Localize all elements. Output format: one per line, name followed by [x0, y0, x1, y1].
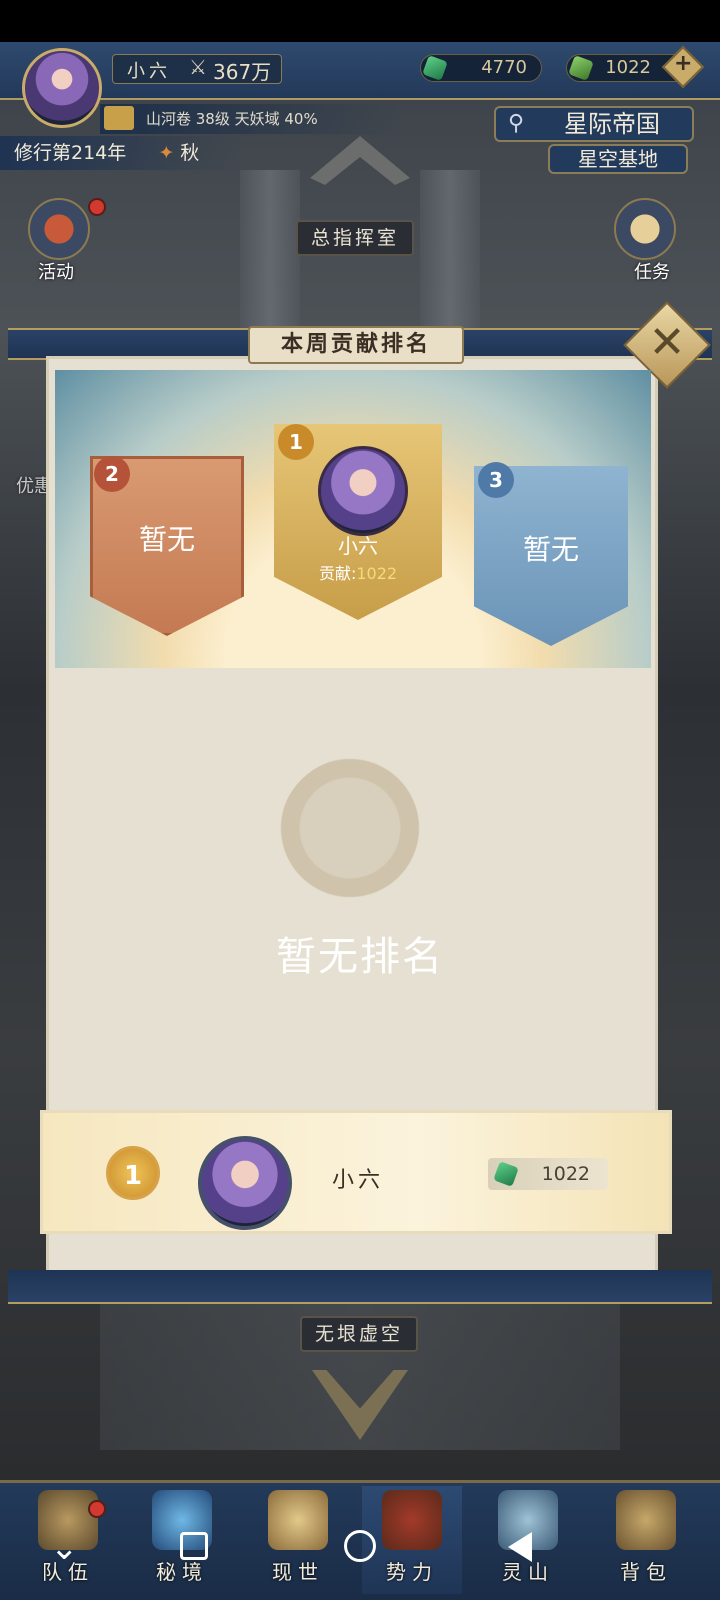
- notification-dot: [88, 198, 106, 216]
- planet-icon: ⚲: [508, 111, 525, 136]
- maple-leaf-icon: ✦: [158, 142, 175, 164]
- nav-label: 秘境: [156, 1560, 208, 1584]
- my-avatar[interactable]: [198, 1136, 292, 1230]
- floor-sign-upper[interactable]: 总指挥室: [296, 220, 414, 256]
- task-label: 任务: [634, 262, 670, 283]
- rank-1-badge: 1: [278, 424, 314, 460]
- season-text: 秋: [180, 142, 200, 164]
- rank-2-text: 暂无: [138, 523, 195, 556]
- contribution-value: 1022: [356, 564, 398, 583]
- scroll-map-icon: [268, 1490, 328, 1550]
- status-bar: [0, 0, 720, 42]
- empty-ranking-emblem-icon: [278, 756, 438, 916]
- rank-3-text: 暂无: [522, 533, 579, 566]
- notification-dot: [88, 1500, 106, 1518]
- nav-label: 势力: [386, 1560, 438, 1584]
- rank-1-contribution: 贡献:1022: [274, 560, 442, 584]
- rank-3-badge: 3: [478, 462, 514, 498]
- dialog-frame-bottom: [8, 1270, 712, 1304]
- progress-info[interactable]: 山河卷 38级 天妖域 40%: [100, 104, 400, 134]
- empty-ranking-text: 暂无排名: [276, 934, 444, 980]
- rank-1-avatar[interactable]: [318, 446, 408, 536]
- player-name-box: 小六 ⚔ 367万: [112, 54, 282, 84]
- recents-button[interactable]: [180, 1532, 208, 1560]
- year-bar: 修行第214年 ✦ 秋: [0, 136, 240, 170]
- power-icon: ⚔: [189, 55, 207, 79]
- nav-faction[interactable]: 势力: [362, 1486, 462, 1594]
- my-name: 小六: [332, 1168, 385, 1193]
- dialog-title: 本周贡献排名: [248, 326, 464, 364]
- nav-bag[interactable]: 背包: [596, 1486, 696, 1594]
- scroll-icon: [104, 106, 134, 130]
- nav-label: 背包: [620, 1560, 672, 1584]
- floor-sign-lower[interactable]: 无垠虚空: [300, 1316, 418, 1352]
- jade-token-icon: [568, 55, 594, 81]
- currency-1-box[interactable]: 4770: [420, 54, 542, 82]
- player-name: 小六: [127, 61, 171, 82]
- year-text: 修行第214年: [14, 142, 127, 164]
- my-rank-badge: 1: [106, 1146, 160, 1200]
- activity-label: 活动: [38, 262, 74, 283]
- bag-icon: [616, 1490, 676, 1550]
- currency-1-value: 4770: [481, 57, 527, 78]
- rank-1-name: 小六: [338, 534, 378, 558]
- rank-2-badge: 2: [94, 456, 130, 492]
- plus-icon: +: [674, 51, 693, 76]
- palace-icon: [382, 1490, 442, 1550]
- chevron-down-icon[interactable]: ⌄: [50, 1528, 79, 1568]
- jade-icon: [422, 55, 448, 81]
- tower-pillar: [240, 170, 300, 340]
- nav-world[interactable]: 现世: [248, 1486, 348, 1594]
- location-sub[interactable]: 星空基地: [548, 144, 688, 174]
- contribution-label: 贡献:: [318, 564, 357, 583]
- back-button[interactable]: [508, 1532, 532, 1562]
- player-avatar[interactable]: [22, 48, 102, 128]
- location-main[interactable]: ⚲ 星际帝国: [494, 106, 694, 142]
- location-main-text: 星际帝国: [564, 110, 660, 138]
- currency-2-value: 1022: [605, 57, 651, 78]
- progress-info-text: 山河卷 38级 天妖域 40%: [146, 110, 318, 128]
- home-button[interactable]: [344, 1530, 376, 1562]
- close-icon[interactable]: ✕: [636, 312, 698, 374]
- tower-pillar: [420, 170, 480, 340]
- activity-icon[interactable]: [28, 198, 90, 260]
- power-value: 367万: [213, 60, 272, 84]
- task-icon[interactable]: [614, 198, 676, 260]
- nav-label: 现世: [272, 1560, 324, 1584]
